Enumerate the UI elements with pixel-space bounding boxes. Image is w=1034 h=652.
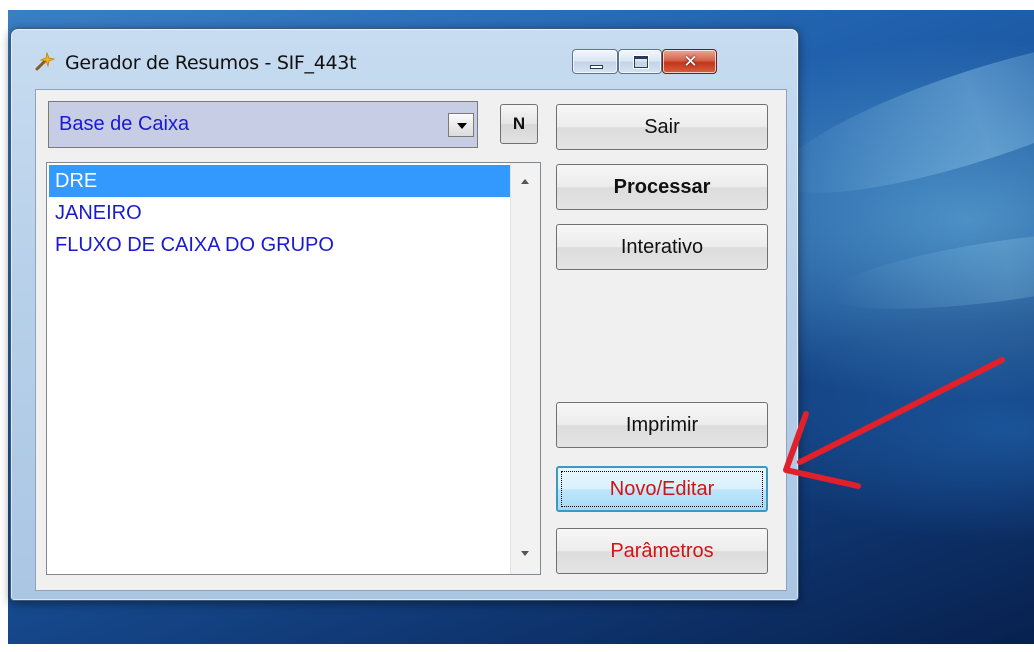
list-item[interactable]: DRE bbox=[49, 165, 511, 197]
window-client-area: Base de Caixa N DRE JANEIRO FLUXO DE CAI… bbox=[35, 89, 787, 591]
app-window: Gerador de Resumos - SIF_443t ✕ Base de … bbox=[10, 28, 799, 601]
scroll-down-arrow-icon[interactable] bbox=[521, 551, 529, 556]
processar-button[interactable]: Processar bbox=[556, 164, 768, 210]
n-button[interactable]: N bbox=[500, 104, 538, 144]
base-combobox[interactable]: Base de Caixa bbox=[48, 101, 478, 148]
minimize-button[interactable] bbox=[572, 49, 618, 74]
sair-button[interactable]: Sair bbox=[556, 104, 768, 150]
report-listbox[interactable]: DRE JANEIRO FLUXO DE CAIXA DO GRUPO bbox=[46, 162, 541, 575]
maximize-icon bbox=[634, 56, 648, 68]
minimize-icon bbox=[590, 65, 603, 69]
app-wand-icon bbox=[35, 51, 56, 71]
novo-editar-button-label: Novo/Editar bbox=[609, 478, 715, 500]
screenshot-frame: Gerador de Resumos - SIF_443t ✕ Base de … bbox=[0, 0, 1034, 652]
close-icon: ✕ bbox=[683, 52, 698, 72]
list-item[interactable]: JANEIRO bbox=[49, 197, 511, 229]
combo-selected-value: Base de Caixa bbox=[59, 113, 190, 135]
window-title: Gerador de Resumos - SIF_443t bbox=[65, 52, 357, 74]
close-button[interactable]: ✕ bbox=[662, 49, 717, 74]
imprimir-button-label: Imprimir bbox=[625, 414, 699, 436]
desktop-light-streak bbox=[764, 10, 1034, 223]
processar-button-label: Processar bbox=[613, 176, 711, 198]
sair-button-label: Sair bbox=[644, 116, 680, 138]
chevron-down-icon bbox=[457, 123, 467, 129]
imprimir-button[interactable]: Imprimir bbox=[556, 402, 768, 448]
interativo-button-label: Interativo bbox=[620, 236, 704, 258]
list-scrollbar[interactable] bbox=[510, 163, 540, 574]
list-items: DRE JANEIRO FLUXO DE CAIXA DO GRUPO bbox=[49, 165, 511, 261]
combo-dropdown-button[interactable] bbox=[448, 113, 474, 137]
parametros-button-label: Parâmetros bbox=[610, 540, 714, 562]
maximize-button[interactable] bbox=[618, 49, 662, 74]
desktop-light-streak bbox=[825, 215, 1034, 325]
parametros-button[interactable]: Parâmetros bbox=[556, 528, 768, 574]
novo-editar-button[interactable]: Novo/Editar bbox=[556, 466, 768, 512]
list-item[interactable]: FLUXO DE CAIXA DO GRUPO bbox=[49, 229, 511, 261]
scroll-up-arrow-icon[interactable] bbox=[521, 179, 529, 184]
interativo-button[interactable]: Interativo bbox=[556, 224, 768, 270]
